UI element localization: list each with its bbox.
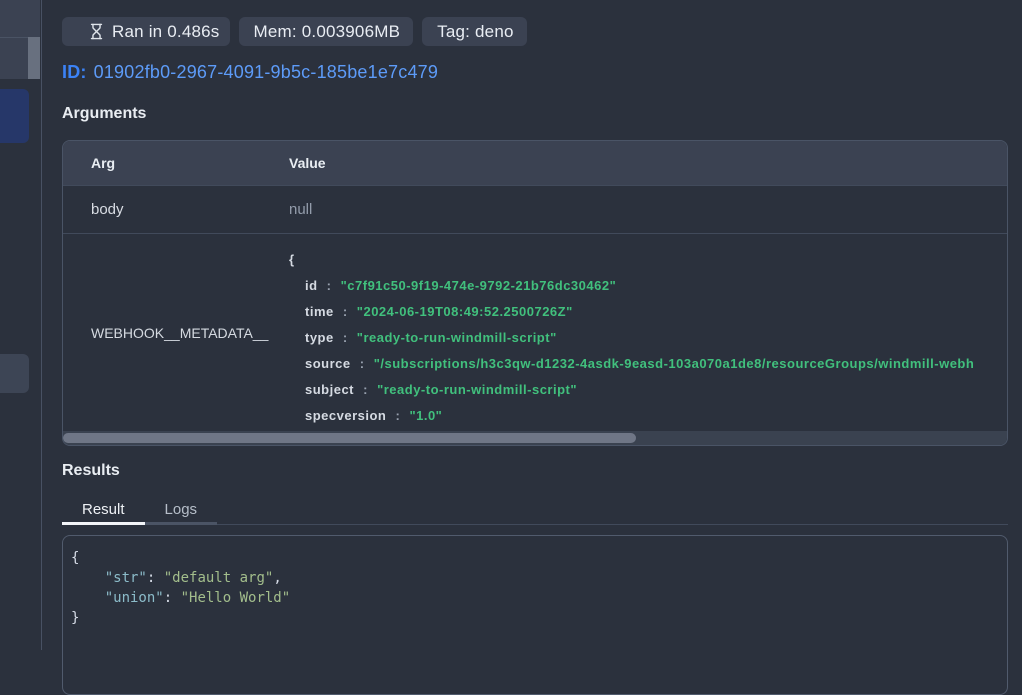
run-detail-main: Ran in 0.486s Mem: 0.003906MB Tag: deno … [42,0,1022,650]
result-json-line: } [71,608,999,628]
arguments-title: Arguments [62,105,1008,123]
result-json-line: { [71,548,999,568]
table-horizontal-scrollbar-thumb[interactable] [63,433,636,443]
result-json-code: { "str": "default arg", "union": "Hello … [71,548,999,628]
table-row-body: body null [63,185,1007,233]
job-id-label: ID: [62,62,87,82]
memory-badge: Mem: 0.003906MB [239,17,414,46]
arg-value: null [289,201,1007,218]
object-entry: id : "c7f91c50-9f19-474e-9792-21b76dc304… [305,273,1007,299]
sidebar-menu-item-selected[interactable] [0,89,29,143]
object-entry: subject : "ready-to-run-windmill-script" [305,377,1007,403]
duration-badge-label: Ran in 0.486s [112,22,220,42]
object-open-brace: { [289,247,1007,273]
arg-name: WEBHOOK__METADATA__ [91,325,268,341]
result-json-line: "str": "default arg", [71,568,999,588]
run-stats-row: Ran in 0.486s Mem: 0.003906MB Tag: deno [62,17,1008,46]
object-entries: id : "c7f91c50-9f19-474e-9792-21b76dc304… [289,273,1007,429]
tab-result[interactable]: Result [62,495,145,525]
object-viewer: { id : "c7f91c50-9f19-474e-9792-21b76dc3… [289,234,1007,431]
hourglass-icon [88,23,105,40]
object-entry: time : "2024-06-19T08:49:52.2500726Z" [305,299,1007,325]
sidebar-menu-item[interactable] [0,354,29,393]
results-title: Results [62,462,1008,480]
table-row-webhook-metadata: WEBHOOK__METADATA__ { id : "c7f91c50-9f1… [63,233,1007,431]
results-tabbar: Result Logs [62,495,1008,525]
sidebar-menu-divider [0,37,28,38]
object-entry: specversion : "1.0" [305,403,1007,429]
result-json-panel[interactable]: { "str": "default arg", "union": "Hello … [62,535,1008,695]
arguments-table: Arg Value body null WEBHOOK__METADATA__ … [62,140,1008,446]
object-entry: source : "/subscriptions/h3c3qw-d1232-4a… [305,351,1007,377]
left-sidebar [0,0,42,650]
table-horizontal-scrollbar[interactable] [63,431,1007,445]
value-column-header: Value [289,155,1007,171]
tab-logs[interactable]: Logs [145,495,218,525]
result-json-line: "union": "Hello World" [71,588,999,608]
memory-badge-label: Mem: 0.003906MB [254,22,401,42]
object-entry: type : "ready-to-run-windmill-script" [305,325,1007,351]
sidebar-scrollbar-thumb[interactable] [28,37,40,79]
job-id-value[interactable]: 01902fb0-2967-4091-9b5c-185be1e7c479 [94,62,439,82]
job-id-row: ID: 01902fb0-2967-4091-9b5c-185be1e7c479 [62,62,1008,83]
arguments-table-header: Arg Value [63,141,1007,185]
tag-badge-label: Tag: deno [437,22,513,42]
tag-badge: Tag: deno [422,17,526,46]
arg-column-header: Arg [63,155,289,171]
duration-badge: Ran in 0.486s [62,17,230,46]
arg-name: body [63,201,289,218]
